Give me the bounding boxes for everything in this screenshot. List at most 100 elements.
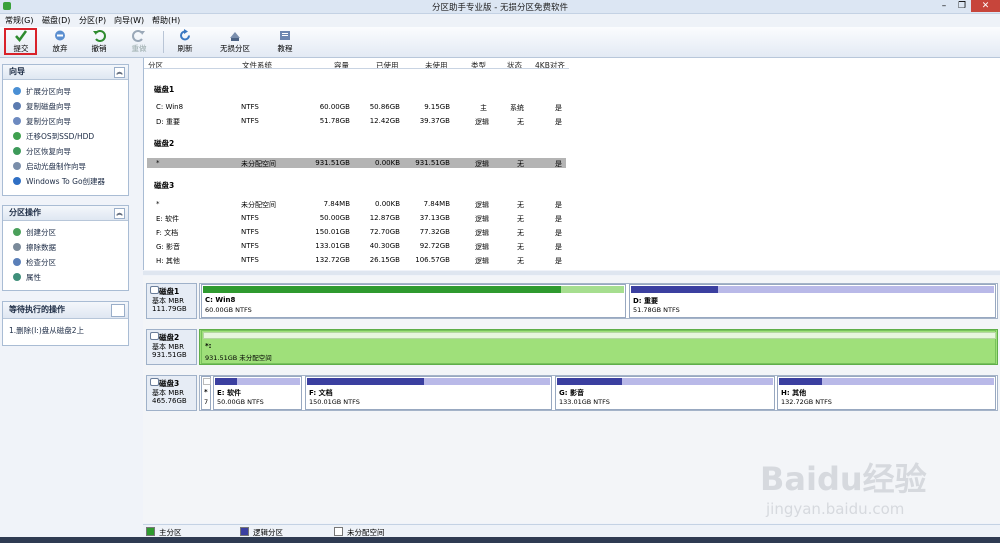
col-free[interactable]: 未使用 (425, 60, 448, 71)
taskbar (0, 537, 1000, 543)
table-row[interactable]: E: 软件 NTFS 50.00GB 12.87GB 37.13GB 逻辑 无 … (144, 214, 569, 224)
collapse-icon[interactable]: ︽ (114, 67, 125, 78)
restore-icon[interactable]: ❐ (953, 0, 971, 12)
cell-status: 无 (517, 215, 524, 223)
redo-button[interactable]: 重做 (126, 29, 152, 55)
cell-type: 主 (480, 104, 487, 112)
partition-g[interactable]: G: 影音 133.01GB NTFS (555, 376, 775, 410)
wizard-item-copy-partition[interactable]: 复制分区向导 (13, 116, 71, 127)
col-status[interactable]: 状态 (507, 60, 522, 71)
cell-name: H: 其他 (156, 257, 180, 265)
pending-op-item[interactable]: 1.删除(I:)盘从磁盘2上 (9, 325, 84, 336)
cell-align: 是 (555, 243, 562, 251)
recovery-icon (13, 147, 21, 155)
extend-icon (13, 87, 21, 95)
cell-used: 0.00KB (375, 159, 400, 167)
wizard-item-recovery[interactable]: 分区恢复向导 (13, 146, 71, 157)
partition-label: F: 文档 (309, 389, 333, 397)
legend-logical-label: 逻辑分区 (253, 528, 283, 537)
pending-toggle-icon[interactable] (111, 304, 125, 317)
disk3-card[interactable]: 磁盘3 基本 MBR 465.76GB (146, 375, 197, 411)
menu-general[interactable]: 常规(G) (5, 15, 33, 26)
table-row[interactable]: D: 重要 NTFS 51.78GB 12.42GB 39.37GB 逻辑 无 … (144, 117, 569, 127)
partition-info: 51.78GB NTFS (633, 306, 680, 314)
col-capacity[interactable]: 容量 (334, 60, 349, 71)
cell-used: 12.42GB (369, 117, 400, 125)
partition-info: 150.01GB NTFS (309, 398, 360, 406)
partition-c[interactable]: C: Win8 60.00GB NTFS (201, 284, 626, 318)
op-wipe-data[interactable]: 擦除数据 (13, 242, 56, 253)
wizard-item-bootable-cd[interactable]: 启动光盘制作向导 (13, 161, 86, 172)
wizard-item-windows-to-go[interactable]: Windows To Go创建器 (13, 176, 105, 187)
cell-free: 92.72GB (419, 242, 450, 250)
cell-align: 是 (555, 104, 562, 112)
col-used[interactable]: 已使用 (376, 60, 399, 71)
partition-h[interactable]: H: 其他 132.72GB NTFS (777, 376, 996, 410)
wizard-item-copy-disk[interactable]: 复制磁盘向导 (13, 101, 71, 112)
pending-ops-title: 等待执行的操作 (9, 305, 65, 314)
table-row[interactable]: H: 其他 NTFS 132.72GB 26.15GB 106.57GB 逻辑 … (144, 256, 569, 266)
submit-highlight-box (4, 28, 37, 55)
menu-partition[interactable]: 分区(P) (79, 15, 106, 26)
disk2-group-label: 磁盘2 (154, 139, 175, 148)
usage-bar-fill (215, 378, 237, 385)
minimize-icon[interactable]: – (935, 0, 953, 12)
collapse-icon[interactable]: ︽ (114, 208, 125, 219)
lossless-label: 无损分区 (220, 44, 250, 53)
col-filesystem[interactable]: 文件系统 (242, 60, 272, 71)
create-icon (13, 228, 21, 236)
usage-bar-fill (631, 286, 718, 293)
col-type[interactable]: 类型 (471, 60, 486, 71)
refresh-button[interactable]: 刷新 (172, 29, 198, 55)
cell-align: 是 (555, 257, 562, 265)
op-create-partition[interactable]: 创建分区 (13, 227, 56, 238)
partition-info: 7 (204, 398, 209, 406)
partition-e[interactable]: E: 软件 50.00GB NTFS (213, 376, 302, 410)
discard-button[interactable]: 放弃 (47, 29, 73, 55)
partition-f[interactable]: F: 文档 150.01GB NTFS (305, 376, 552, 410)
partition-list: 分区 文件系统 容量 已使用 未使用 类型 状态 4KB对齐 磁盘1 C: Wi… (143, 58, 1000, 270)
pane-splitter[interactable] (143, 271, 1000, 275)
op-properties[interactable]: 属性 (13, 272, 41, 283)
cell-align: 是 (555, 201, 562, 209)
table-row[interactable]: * 未分配空间 931.51GB 0.00KB 931.51GB 逻辑 无 是 (144, 159, 569, 169)
disk2-card[interactable]: 磁盘2 基本 MBR 931.51GB (146, 329, 197, 365)
undo-icon (93, 30, 106, 42)
cell-fs: NTFS (241, 228, 259, 236)
menu-wizard[interactable]: 向导(W) (114, 15, 144, 26)
op-label: 检查分区 (26, 258, 56, 267)
table-row[interactable]: * 未分配空间 7.84MB 0.00KB 7.84MB 逻辑 无 是 (144, 200, 569, 210)
undo-label: 撤销 (91, 44, 107, 53)
close-icon[interactable]: ✕ (971, 0, 1000, 12)
op-check-partition[interactable]: 检查分区 (13, 257, 56, 268)
menu-disk[interactable]: 磁盘(D) (42, 15, 70, 26)
menu-help[interactable]: 帮助(H) (152, 15, 180, 26)
wizard-item-extend[interactable]: 扩展分区向导 (13, 86, 71, 97)
cell-fs: 未分配空间 (241, 201, 276, 209)
partition-unallocated-disk2[interactable]: *: 931.51GB 未分配空间 (201, 330, 996, 364)
pending-ops-panel: 等待执行的操作 1.删除(I:)盘从磁盘2上 (2, 301, 129, 346)
wizard-panel: 向导 ︽ 扩展分区向导 复制磁盘向导 复制分区向导 迁移OS到SSD/HDD 分区… (2, 64, 129, 196)
legend-unallocated-label: 未分配空间 (347, 528, 385, 537)
book-icon (280, 31, 290, 40)
wizard-item-migrate-os[interactable]: 迁移OS到SSD/HDD (13, 131, 94, 142)
table-row[interactable]: F: 文档 NTFS 150.01GB 72.70GB 77.32GB 逻辑 无… (144, 228, 569, 238)
table-row[interactable]: G: 影音 NTFS 133.01GB 40.30GB 92.72GB 逻辑 无… (144, 242, 569, 252)
cell-align: 是 (555, 215, 562, 223)
lossless-partition-button[interactable]: 无损分区 (216, 29, 254, 55)
col-4k-align[interactable]: 4KB对齐 (535, 60, 565, 71)
undo-button[interactable]: 撤销 (86, 29, 112, 55)
disk1-card[interactable]: 磁盘1 基本 MBR 111.79GB (146, 283, 197, 319)
tutorial-button[interactable]: 教程 (272, 29, 298, 55)
disk-size: 465.76GB (152, 397, 187, 405)
baidu-watermark: Baidu经验 jingyan.baidu.com (760, 460, 927, 518)
wizard-panel-title: 向导 (9, 67, 25, 76)
table-row[interactable]: C: Win8 NTFS 60.00GB 50.86GB 9.15GB 主 系统… (144, 103, 569, 113)
partition-unallocated-disk3[interactable]: * 7 (201, 376, 211, 410)
col-partition[interactable]: 分区 (148, 60, 163, 71)
cell-name: * (156, 200, 160, 208)
primary-swatch (146, 527, 155, 536)
cell-status: 无 (517, 243, 524, 251)
partition-d[interactable]: D: 重要 51.78GB NTFS (629, 284, 996, 318)
legend-primary-label: 主分区 (159, 528, 182, 537)
